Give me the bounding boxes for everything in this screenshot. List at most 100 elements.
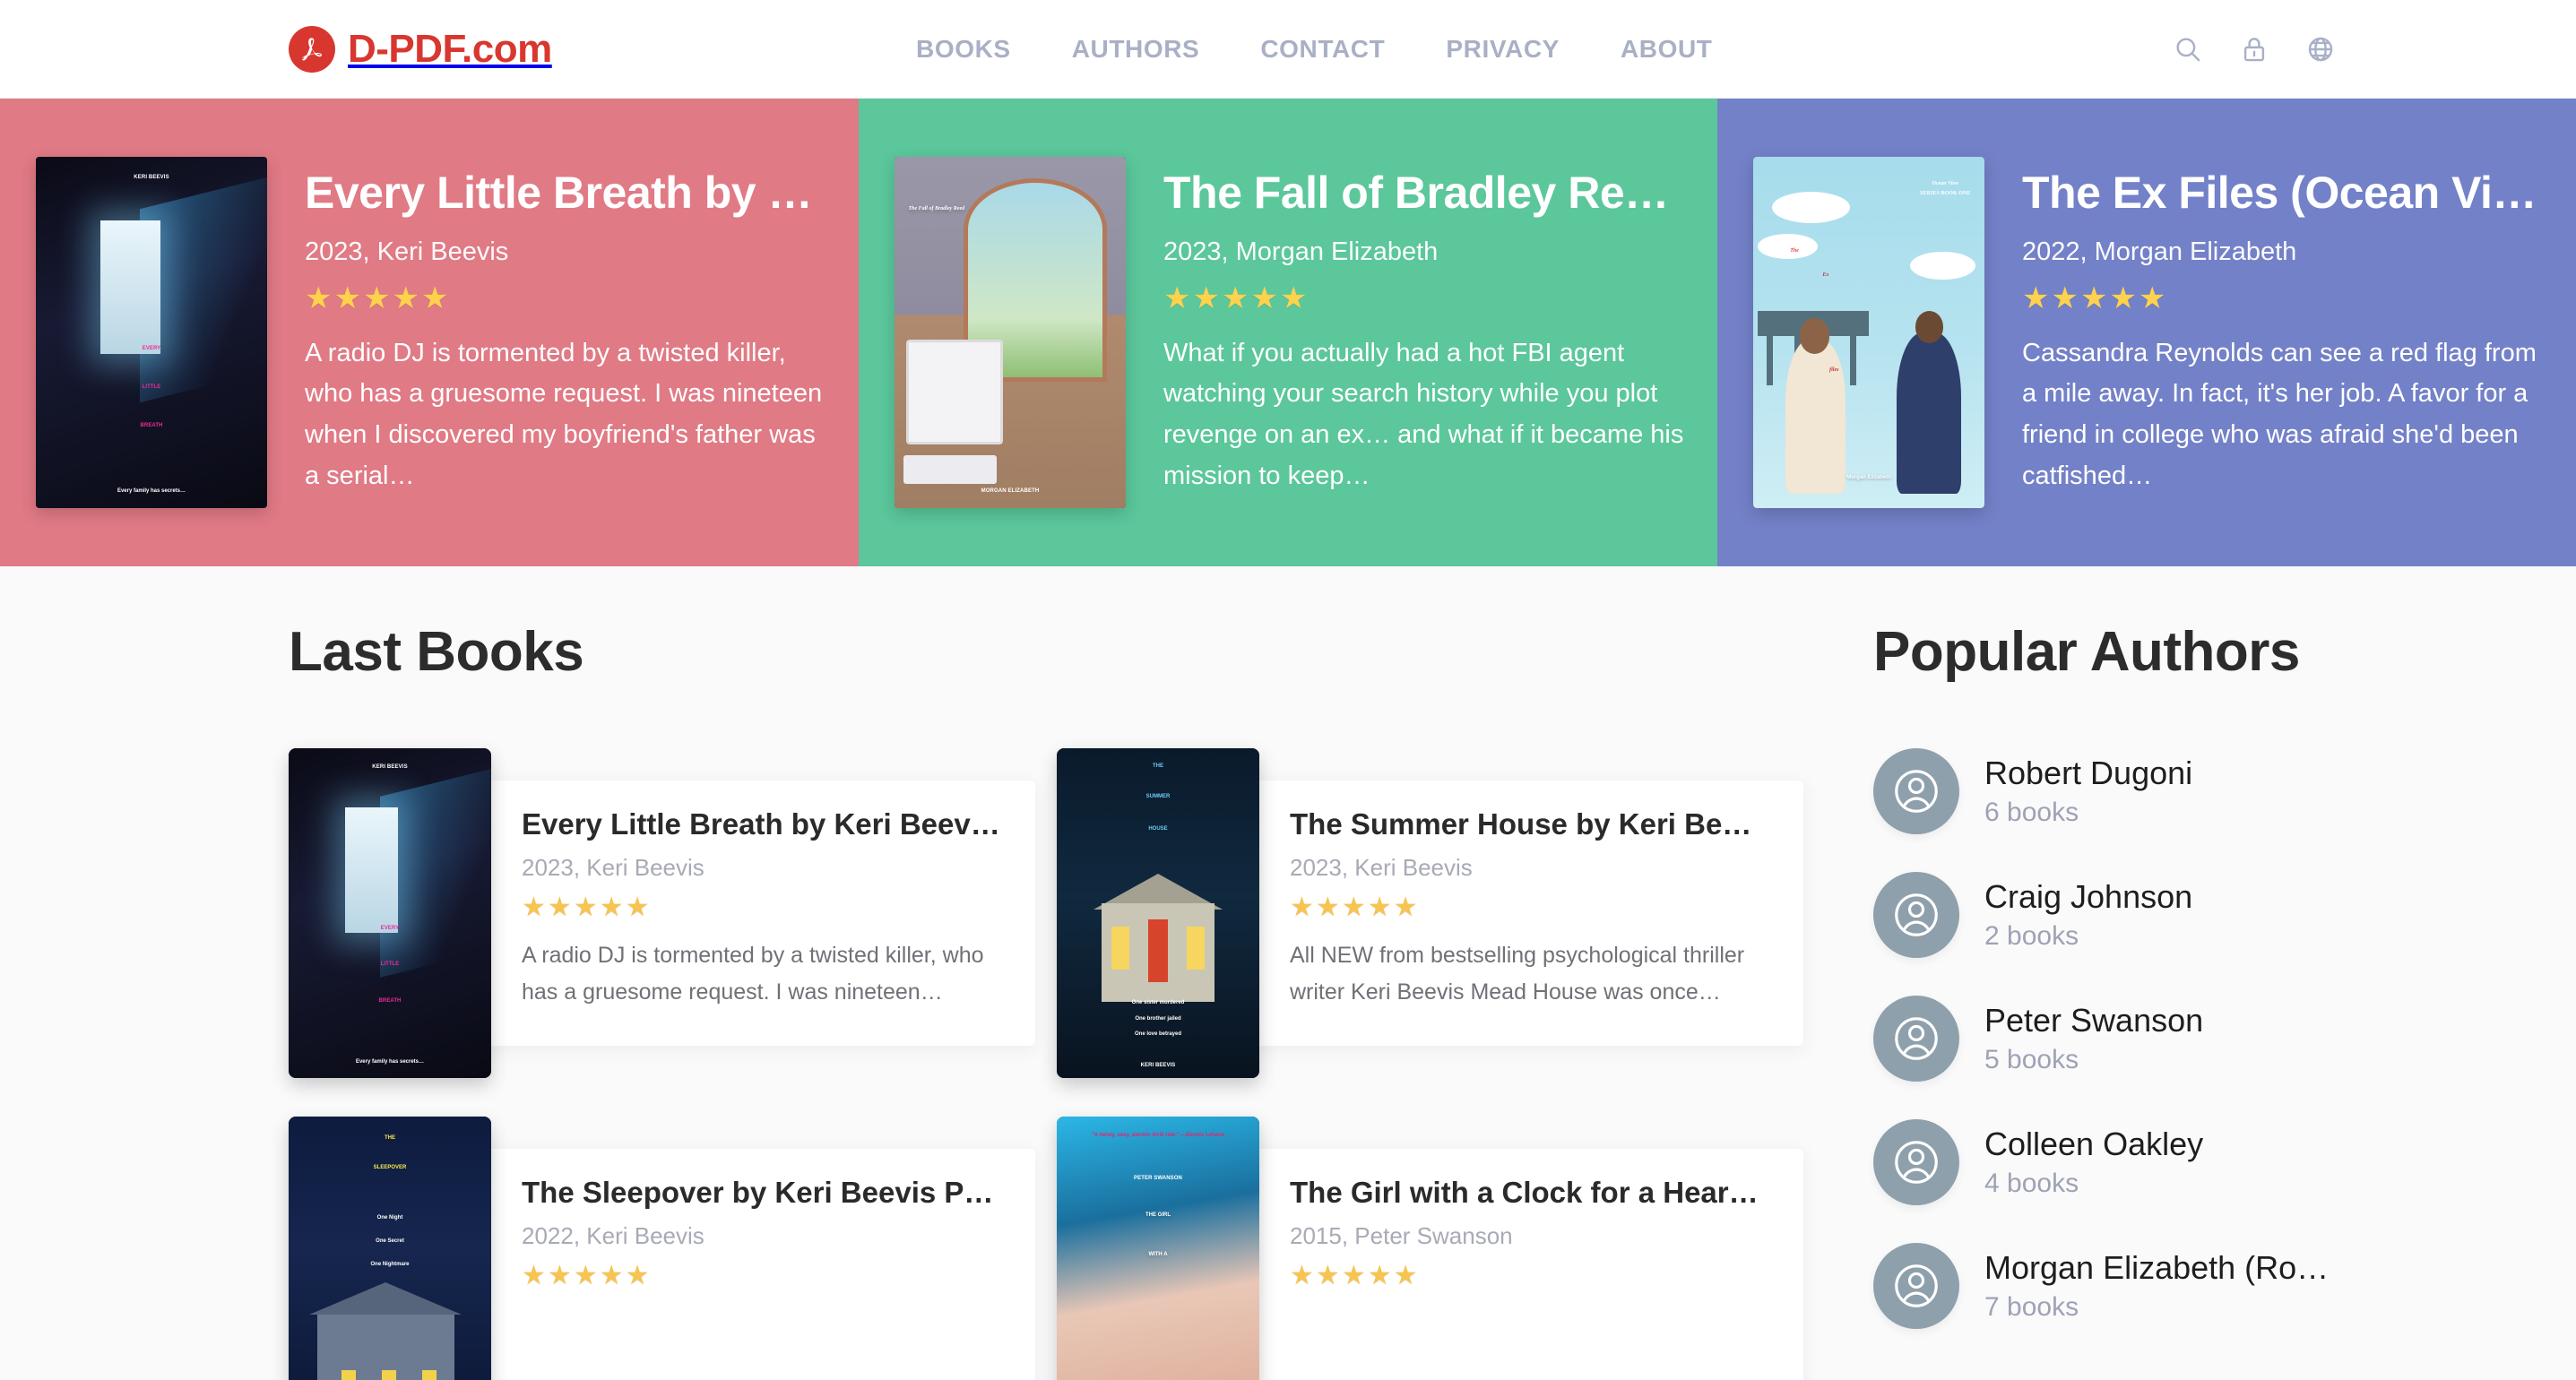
book-cover[interactable]: THE SUMMER HOUSE One sister murdered One… bbox=[1057, 748, 1259, 1078]
site-logo[interactable]: D-PDF.com bbox=[289, 25, 552, 73]
book-meta: 2023, Keri Beevis bbox=[522, 854, 705, 881]
star-icon: ★ bbox=[2079, 280, 2108, 315]
book-meta: 2022, Keri Beevis bbox=[522, 1222, 705, 1249]
star-icon: ★ bbox=[1221, 280, 1249, 315]
book-card[interactable]: KERI BEEVIS EVERY LITTLE BREATH Every fa… bbox=[289, 748, 1035, 1084]
pdf-logo-icon bbox=[289, 25, 335, 73]
hero-book-cover[interactable]: Ocean View SERIES BOOK ONE The Ex files … bbox=[1753, 157, 1984, 508]
hero-title[interactable]: The Fall of Bradley Reed… bbox=[1163, 168, 1685, 220]
hero-book-cover[interactable]: The Fall of Bradley Reed MORGAN ELIZABET… bbox=[895, 157, 1126, 508]
globe-icon[interactable] bbox=[2305, 34, 2336, 65]
star-icon: ★ bbox=[1341, 893, 1366, 922]
book-title[interactable]: The Summer House by Keri Be… bbox=[1290, 807, 1773, 841]
nav-item-contact[interactable]: CONTACT bbox=[1260, 35, 1385, 64]
star-icon: ★ bbox=[625, 893, 650, 922]
avatar bbox=[1873, 1243, 1959, 1329]
star-icon: ★ bbox=[522, 893, 546, 922]
cover-title-line-2: SLEEPOVER bbox=[373, 1165, 407, 1171]
last-books-section: Last Books KERI BEEVIS EVERY LITTLE BREA… bbox=[0, 620, 1803, 1380]
last-books-grid: KERI BEEVIS EVERY LITTLE BREATH Every fa… bbox=[289, 748, 1803, 1380]
author-list-item[interactable]: Colleen Oakley 4 books bbox=[1873, 1119, 2576, 1205]
star-icon: ★ bbox=[392, 280, 419, 315]
author-list-item[interactable]: Craig Johnson 2 books bbox=[1873, 872, 2576, 958]
book-meta: 2015, Peter Swanson bbox=[1290, 1222, 1513, 1249]
book-cover[interactable]: THE SLEEPOVER One Night One Secret One N… bbox=[289, 1117, 491, 1380]
popular-authors-list: Robert Dugoni 6 books Craig Johnson 2 bo… bbox=[1873, 748, 2576, 1329]
cover-tagline: Every family has secrets… bbox=[117, 488, 186, 495]
star-icon: ★ bbox=[1315, 1261, 1340, 1290]
hero-content: The Fall of Bradley Reed… 2023, Morgan E… bbox=[1163, 168, 1717, 497]
star-icon: ★ bbox=[420, 280, 449, 315]
hero-title[interactable]: The Ex Files (Ocean Vie… bbox=[2022, 168, 2544, 220]
cover-line-3: One love betrayed bbox=[1134, 1031, 1182, 1037]
star-icon: ★ bbox=[547, 1261, 572, 1290]
nav-item-about[interactable]: ABOUT bbox=[1621, 35, 1713, 64]
star-icon: ★ bbox=[1290, 893, 1314, 922]
book-title[interactable]: The Girl with a Clock for a Hear… bbox=[1290, 1176, 1773, 1210]
cover-title-line-1: EVERY bbox=[380, 925, 400, 931]
book-info: The Sleepover by Keri Beevis P… 2022, Ke… bbox=[479, 1149, 1035, 1380]
book-description: All NEW from bestselling psychological t… bbox=[1290, 943, 1745, 1005]
popular-authors-heading: Popular Authors bbox=[1873, 621, 2300, 683]
site-header: D-PDF.com BOOKS AUTHORS CONTACT PRIVACY … bbox=[0, 0, 2576, 99]
book-title[interactable]: Every Little Breath by Keri Beev… bbox=[522, 807, 1005, 841]
popular-authors-section: Popular Authors Robert Dugoni 6 books Cr… bbox=[1775, 620, 2576, 1380]
star-icon: ★ bbox=[2109, 280, 2137, 315]
main-content: Last Books KERI BEEVIS EVERY LITTLE BREA… bbox=[0, 566, 2576, 1380]
header-icon-group bbox=[2173, 34, 2336, 65]
cover-title-line-2: LITTLE bbox=[142, 384, 161, 390]
book-card[interactable]: THE SUMMER HOUSE One sister murdered One… bbox=[1057, 748, 1803, 1084]
author-text-block: Morgan Elizabeth (Ro… 7 books bbox=[1984, 1249, 2329, 1323]
hero-rating-stars: ★ ★ ★ ★ ★ bbox=[2022, 283, 2544, 314]
hero-slide-3[interactable]: Ocean View SERIES BOOK ONE The Ex files … bbox=[1717, 99, 2576, 566]
author-list-item[interactable]: Peter Swanson 5 books bbox=[1873, 996, 2576, 1082]
book-card[interactable]: "A twisty, sexy, electric thrill ride." … bbox=[1057, 1117, 1803, 1380]
hero-title[interactable]: Every Little Breath by Ke… bbox=[305, 168, 826, 220]
cover-art-fall-of-bradley-reed: The Fall of Bradley Reed MORGAN ELIZABET… bbox=[895, 157, 1126, 508]
cover-title-line-1: EVERY bbox=[142, 345, 161, 351]
book-title[interactable]: The Sleepover by Keri Beevis P… bbox=[522, 1176, 1005, 1210]
book-cover[interactable]: KERI BEEVIS EVERY LITTLE BREATH Every fa… bbox=[289, 748, 491, 1078]
star-icon: ★ bbox=[333, 280, 361, 315]
star-icon: ★ bbox=[1367, 893, 1392, 922]
book-rating-stars: ★ ★ ★ ★ ★ bbox=[522, 894, 1005, 921]
author-book-count: 5 books bbox=[1984, 1045, 2079, 1074]
cover-art-the-sleepover: THE SLEEPOVER One Night One Secret One N… bbox=[289, 1117, 491, 1380]
author-list-item[interactable]: Robert Dugoni 6 books bbox=[1873, 748, 2576, 834]
book-cover[interactable]: "A twisty, sexy, electric thrill ride." … bbox=[1057, 1117, 1259, 1380]
author-text-block: Peter Swanson 5 books bbox=[1984, 1002, 2203, 1075]
lock-icon[interactable] bbox=[2239, 34, 2269, 65]
hero-slide-2[interactable]: The Fall of Bradley Reed MORGAN ELIZABET… bbox=[859, 99, 1717, 566]
star-icon: ★ bbox=[1279, 280, 1308, 315]
author-name: Craig Johnson bbox=[1984, 878, 2193, 915]
cover-title-line-1: THE GIRL bbox=[1145, 1212, 1171, 1218]
hero-meta: 2023, Morgan Elizabeth bbox=[1163, 237, 1439, 266]
cover-word-ex: Ex bbox=[1822, 272, 1829, 279]
cover-line-1: One Night bbox=[376, 1215, 403, 1221]
hero-meta: 2022, Morgan Elizabeth bbox=[2022, 237, 2297, 266]
nav-item-authors[interactable]: AUTHORS bbox=[1072, 35, 1200, 64]
hero-book-cover[interactable]: KERI BEEVIS EVERY LITTLE BREATH Every fa… bbox=[36, 157, 267, 508]
cover-title-line-2: LITTLE bbox=[380, 962, 400, 968]
cover-title-line-2: SUMMER bbox=[1145, 793, 1171, 799]
cover-line-2: One Secret bbox=[376, 1238, 404, 1245]
nav-item-privacy[interactable]: PRIVACY bbox=[1446, 35, 1560, 64]
star-icon: ★ bbox=[599, 893, 624, 922]
search-icon[interactable] bbox=[2173, 34, 2203, 65]
cover-title-line-3: BREATH bbox=[378, 997, 402, 1004]
star-icon: ★ bbox=[522, 1261, 546, 1290]
author-list-item[interactable]: Morgan Elizabeth (Ro… 7 books bbox=[1873, 1243, 2576, 1329]
cover-word-files: files bbox=[1829, 367, 1839, 374]
nav-item-books[interactable]: BOOKS bbox=[916, 35, 1011, 64]
star-icon: ★ bbox=[1393, 1261, 1418, 1290]
book-info: The Summer House by Keri Be… 2023, Keri … bbox=[1247, 781, 1803, 1046]
hero-description: Cassandra Reynolds can see a red flag fr… bbox=[2022, 338, 2537, 491]
hero-slide-1[interactable]: KERI BEEVIS EVERY LITTLE BREATH Every fa… bbox=[0, 99, 859, 566]
author-book-count: 4 books bbox=[1984, 1169, 2079, 1198]
cover-art-every-little-breath: KERI BEEVIS EVERY LITTLE BREATH Every fa… bbox=[289, 748, 491, 1078]
book-card[interactable]: THE SLEEPOVER One Night One Secret One N… bbox=[289, 1117, 1035, 1380]
star-icon: ★ bbox=[1315, 893, 1340, 922]
cover-line-1: One sister murdered bbox=[1131, 1000, 1185, 1006]
hero-slider: KERI BEEVIS EVERY LITTLE BREATH Every fa… bbox=[0, 99, 2576, 566]
avatar bbox=[1873, 748, 1959, 834]
